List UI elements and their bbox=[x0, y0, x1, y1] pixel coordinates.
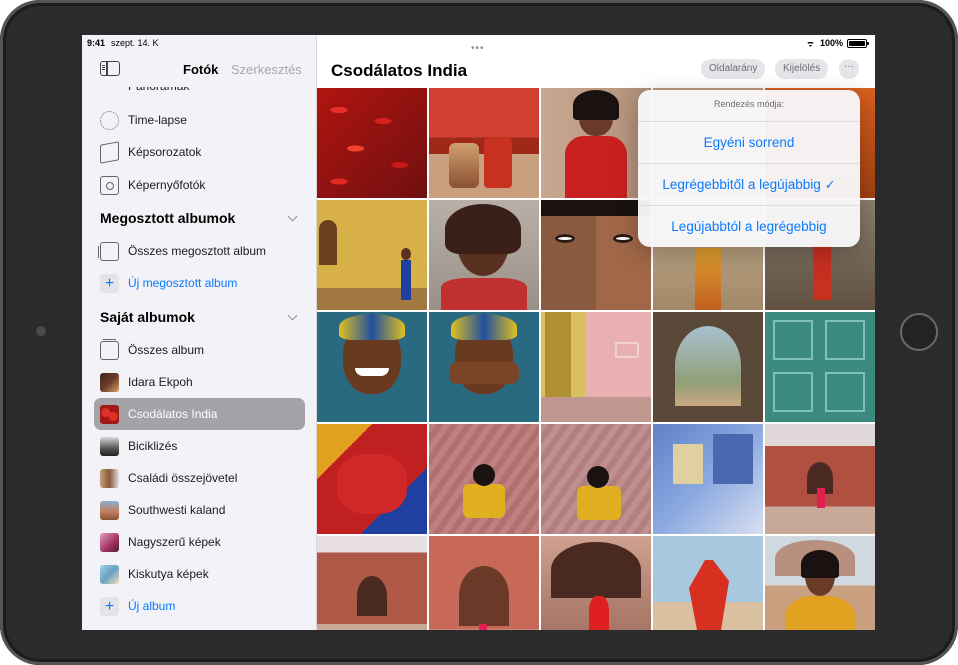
photo-tile[interactable] bbox=[317, 536, 427, 630]
photo-tile[interactable] bbox=[653, 424, 763, 534]
photo-tile[interactable] bbox=[541, 88, 651, 198]
ipad-frame: Panorámák Time-lapse Képsorozatok Képern… bbox=[0, 0, 958, 665]
sidebar-item-label: Nagyszerű képek bbox=[128, 535, 221, 549]
photo-tile[interactable] bbox=[429, 424, 539, 534]
front-camera bbox=[36, 326, 46, 336]
battery-percent: 100% bbox=[819, 38, 843, 48]
photo-tile[interactable] bbox=[317, 312, 427, 422]
plus-icon: + bbox=[100, 273, 119, 293]
album-thumbnail bbox=[100, 532, 119, 552]
shared-albums-icon bbox=[98, 241, 119, 261]
photo-tile[interactable] bbox=[317, 200, 427, 310]
chevron-down-icon[interactable] bbox=[287, 211, 298, 222]
status-time: 9:41 bbox=[87, 38, 106, 48]
sidebar-item-kiskutya-kepek[interactable]: Kiskutya képek bbox=[82, 559, 316, 589]
screenshot-icon bbox=[100, 175, 119, 195]
sort-option-label: Egyéni sorrend bbox=[703, 135, 795, 150]
sidebar-item-csaladi-osszejovetel[interactable]: Családi összejövetel bbox=[82, 463, 316, 493]
sidebar-item-nagyszeru-kepek[interactable]: Nagyszerű képek bbox=[82, 527, 316, 557]
sidebar-header: Fotók Szerkesztés bbox=[82, 51, 316, 87]
select-button[interactable]: Kijelölés bbox=[775, 59, 829, 79]
photo-tile[interactable] bbox=[429, 88, 539, 198]
sidebar: Panorámák Time-lapse Képsorozatok Képern… bbox=[82, 35, 317, 630]
photo-tile[interactable] bbox=[541, 200, 651, 310]
photo-tile[interactable] bbox=[765, 312, 875, 422]
photo-tile[interactable] bbox=[317, 424, 427, 534]
sort-option-oldest-first[interactable]: Legrégebbitől a legújabbig ✓ bbox=[638, 163, 860, 205]
section-my-albums[interactable]: Saját albumok bbox=[100, 309, 195, 325]
photo-tile[interactable] bbox=[541, 312, 651, 422]
timelapse-icon bbox=[100, 110, 119, 130]
photo-tile[interactable] bbox=[429, 536, 539, 630]
sidebar-item-label: Time-lapse bbox=[128, 113, 187, 127]
edit-button[interactable]: Szerkesztés bbox=[231, 62, 302, 77]
sidebar-item-label: Idara Ekpoh bbox=[128, 375, 193, 389]
sidebar-item-label: Csodálatos India bbox=[128, 407, 218, 421]
sidebar-item-bursts[interactable]: Képsorozatok bbox=[82, 137, 316, 167]
photo-tile[interactable] bbox=[653, 536, 763, 630]
home-button[interactable] bbox=[900, 313, 938, 351]
sidebar-item-label: Képernyőfotók bbox=[128, 178, 206, 192]
sidebar-item-label: Southwesti kaland bbox=[128, 503, 226, 517]
sidebar-item-all-shared[interactable]: Összes megosztott album bbox=[82, 236, 316, 266]
photo-tile[interactable] bbox=[765, 424, 875, 534]
sort-menu: Rendezés módja: Egyéni sorrend Legrégebb… bbox=[638, 90, 860, 247]
album-thumbnail bbox=[100, 436, 119, 456]
sidebar-item-label: Képsorozatok bbox=[128, 145, 202, 159]
albums-icon bbox=[100, 338, 119, 360]
aspect-ratio-button[interactable]: Oldalarány bbox=[701, 59, 766, 79]
photo-tile[interactable] bbox=[541, 536, 651, 630]
sidebar-item-timelapse[interactable]: Time-lapse bbox=[82, 105, 316, 135]
chevron-down-icon[interactable] bbox=[287, 310, 298, 321]
album-thumbnail bbox=[100, 500, 119, 520]
photo-tile[interactable] bbox=[317, 88, 427, 198]
sidebar-item-label: Kiskutya képek bbox=[128, 567, 209, 581]
status-bar: 9:41 szept. 14. K 100% bbox=[82, 35, 875, 51]
battery-icon bbox=[847, 38, 869, 48]
album-thumbnail bbox=[100, 372, 119, 392]
plus-icon: + bbox=[100, 596, 119, 616]
checkmark-icon: ✓ bbox=[824, 177, 836, 192]
sidebar-item-idara-ekpoh[interactable]: Idara Ekpoh bbox=[82, 367, 316, 397]
photo-tile[interactable] bbox=[653, 312, 763, 422]
sidebar-item-screenshots[interactable]: Képernyőfotók bbox=[82, 170, 316, 200]
photo-tile[interactable] bbox=[541, 424, 651, 534]
sidebar-item-all-albums[interactable]: Összes album bbox=[82, 335, 316, 365]
sort-menu-header: Rendezés módja: bbox=[713, 99, 785, 109]
sidebar-item-label: Biciklizés bbox=[128, 439, 178, 453]
section-shared-albums[interactable]: Megosztott albumok bbox=[100, 210, 235, 226]
sidebar-item-label: Családi összejövetel bbox=[128, 471, 238, 485]
sidebar-item-csodalatos-india[interactable]: Csodálatos India bbox=[82, 399, 316, 429]
status-right: 100% bbox=[805, 38, 869, 48]
sidebar-item-new-album[interactable]: + Új album bbox=[82, 591, 316, 621]
sidebar-title: Fotók bbox=[183, 62, 219, 77]
album-view: ••• Csodálatos India Oldalarány Kijelölé… bbox=[317, 35, 875, 630]
album-thumbnail bbox=[100, 404, 119, 424]
sort-option-label: Legújabbtól a legrégebbig bbox=[671, 219, 827, 234]
sort-option-label: Legrégebbitől a legújabbig bbox=[662, 177, 821, 192]
sidebar-item-label: Összes album bbox=[128, 343, 205, 357]
photo-tile[interactable] bbox=[429, 200, 539, 310]
photo-tile[interactable] bbox=[765, 536, 875, 630]
sidebar-toggle-icon[interactable] bbox=[100, 61, 120, 76]
sidebar-item-southwesti-kaland[interactable]: Southwesti kaland bbox=[82, 495, 316, 525]
sidebar-item-label: Összes megosztott album bbox=[128, 244, 267, 258]
album-thumbnail bbox=[100, 564, 119, 584]
burst-icon bbox=[100, 140, 119, 164]
sort-option-custom[interactable]: Egyéni sorrend bbox=[638, 121, 860, 163]
screen: Panorámák Time-lapse Képsorozatok Képern… bbox=[82, 35, 875, 630]
more-options-button[interactable]: ··· bbox=[839, 59, 859, 79]
sidebar-item-label: Új megosztott album bbox=[128, 276, 238, 290]
sort-option-newest-first[interactable]: Legújabbtól a legrégebbig bbox=[638, 205, 860, 247]
sidebar-item-label: Új album bbox=[128, 599, 176, 613]
album-thumbnail bbox=[100, 468, 119, 488]
sidebar-item-new-shared[interactable]: + Új megosztott album bbox=[82, 268, 316, 298]
sidebar-item-biciklizes[interactable]: Biciklizés bbox=[82, 431, 316, 461]
wifi-icon bbox=[805, 39, 816, 47]
status-date: szept. 14. K bbox=[111, 38, 159, 48]
page-title: Csodálatos India bbox=[331, 61, 468, 80]
photo-tile[interactable] bbox=[429, 312, 539, 422]
